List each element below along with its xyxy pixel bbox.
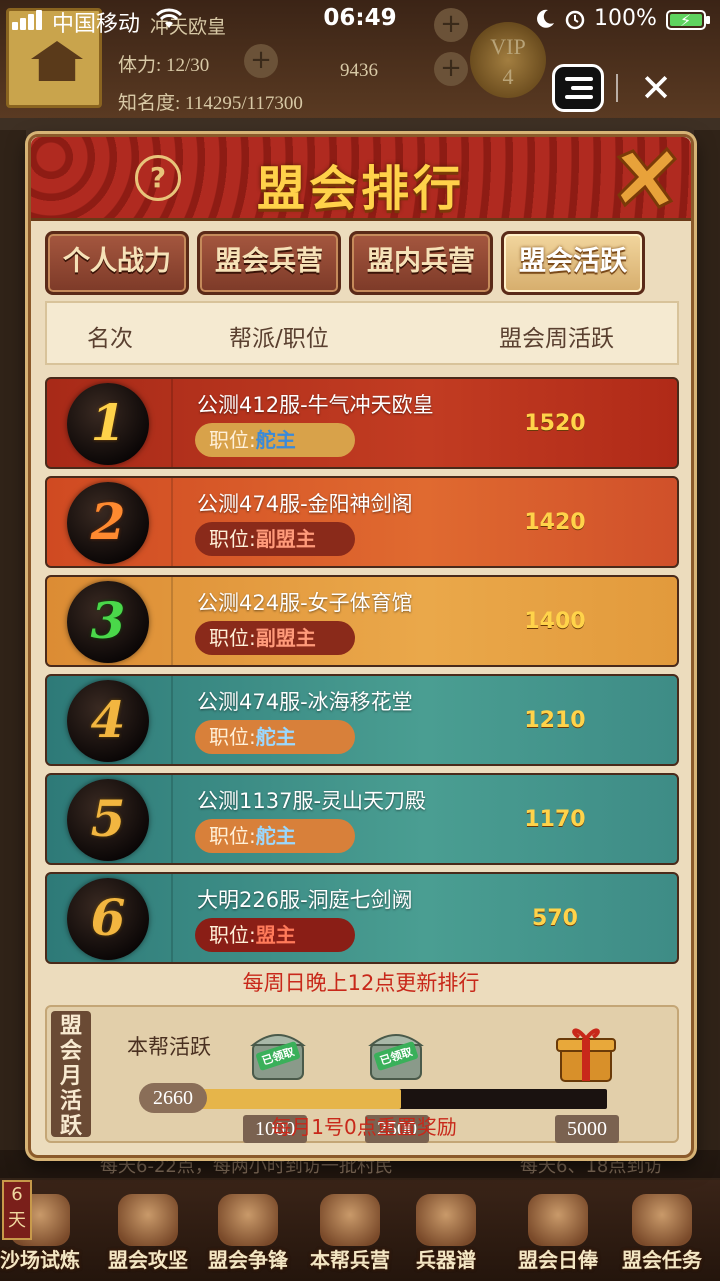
guild-name: 公测474服-冰海移花堂 xyxy=(197,690,413,714)
status-bar: 中国移动 06:49 100% ⚡ xyxy=(0,0,720,40)
activity-score: 1520 xyxy=(524,411,586,436)
table-header: 名次 帮派/职位 盟会周活跃 xyxy=(45,301,679,365)
add-gold-button[interactable]: + xyxy=(434,52,468,86)
claimed-chest-icon[interactable]: 已领取 xyxy=(361,1023,431,1085)
close-dialog-button[interactable] xyxy=(611,143,681,213)
stamina-text: 体力: 12/30 xyxy=(118,55,210,76)
activity-progress-bar xyxy=(167,1089,607,1109)
nav-label: 本帮兵营 xyxy=(310,1248,390,1272)
position-pill: 职位:盟主 xyxy=(195,918,355,952)
siege-icon xyxy=(118,1194,178,1246)
activity-score: 1400 xyxy=(524,609,586,634)
nav-item-tasks[interactable]: 盟会任务 xyxy=(610,1180,714,1281)
activity-score: 1210 xyxy=(524,708,586,733)
alarm-icon xyxy=(565,10,585,30)
rank-medal: 3 xyxy=(67,581,149,663)
tasks-icon xyxy=(632,1194,692,1246)
bottom-nav: 沙场试炼 盟会攻坚 盟会争锋 本帮兵营 兵器谱 盟会日俸 盟会任务 xyxy=(0,1180,720,1281)
battery-percent: 100% xyxy=(594,6,657,31)
tab-internal-barracks[interactable]: 盟内兵营 xyxy=(349,231,493,295)
tab-personal-power[interactable]: 个人战力 xyxy=(45,231,189,295)
day-badge[interactable]: 6天 xyxy=(2,1180,32,1240)
contest-icon xyxy=(218,1194,278,1246)
column-guild: 帮派/职位 xyxy=(229,326,329,352)
weapon-scroll-icon xyxy=(416,1194,476,1246)
moon-icon xyxy=(537,9,554,28)
monthly-activity-panel: 盟会月活跃 本帮活跃 2660 已领取 1000 已领取 2500 5000 每… xyxy=(45,1005,679,1143)
add-stamina-button[interactable]: + xyxy=(244,44,278,78)
guild-name: 公测474服-金阳神剑阁 xyxy=(197,492,413,516)
rank-medal: 4 xyxy=(67,680,149,762)
position-pill: 职位:舵主 xyxy=(195,720,355,754)
gift-chest-icon[interactable] xyxy=(551,1023,621,1085)
table-row[interactable]: 4 公测474服-冰海移花堂 职位:舵主 1210 xyxy=(45,674,679,766)
activity-score: 570 xyxy=(532,906,578,931)
activity-score: 1420 xyxy=(524,510,586,535)
battery-nub xyxy=(706,16,710,24)
rank-medal: 5 xyxy=(67,779,149,861)
nav-label: 盟会任务 xyxy=(622,1248,702,1272)
guild-name: 大明226服-洞庭七剑阙 xyxy=(197,888,413,912)
reward-reset-note: 每月1号0点重置奖励 xyxy=(271,1115,457,1139)
own-activity-label: 本帮活跃 xyxy=(127,1035,211,1059)
nav-item-salary[interactable]: 盟会日俸 xyxy=(506,1180,610,1281)
nav-item-siege[interactable]: 盟会攻坚 xyxy=(96,1180,200,1281)
claimed-chest-icon[interactable]: 已领取 xyxy=(243,1023,313,1085)
nav-label: 兵器谱 xyxy=(416,1248,476,1272)
rank-medal: 1 xyxy=(67,383,149,465)
guild-name: 公测424服-女子体育馆 xyxy=(197,591,413,615)
nav-item-barracks[interactable]: 本帮兵营 xyxy=(298,1180,402,1281)
house-icon xyxy=(31,41,83,81)
dialog-header: ? 盟会排行 xyxy=(31,137,691,221)
nav-label: 盟会日俸 xyxy=(518,1248,598,1272)
nav-item-contest[interactable]: 盟会争锋 xyxy=(196,1180,300,1281)
guild-ranking-dialog: ? 盟会排行 个人战力 盟会兵营 盟内兵营 盟会活跃 名次 帮派/职位 盟会周活… xyxy=(28,134,694,1158)
mini-program-menu-button[interactable] xyxy=(552,64,604,112)
gold-count: 9436 xyxy=(340,60,378,81)
rank-medal: 2 xyxy=(67,482,149,564)
nav-label: 盟会争锋 xyxy=(208,1248,288,1272)
nav-label: 盟会攻坚 xyxy=(108,1248,188,1272)
salary-icon xyxy=(528,1194,588,1246)
position-pill: 职位:舵主 xyxy=(195,423,355,457)
capsule-divider xyxy=(616,74,618,102)
helmet-icon xyxy=(320,1194,380,1246)
table-row[interactable]: 5 公测1137服-灵山天刀殿 职位:舵主 1170 xyxy=(45,773,679,865)
table-row[interactable]: 6 大明226服-洞庭七剑阙 职位:盟主 570 xyxy=(45,872,679,964)
nav-label: 沙场试炼 xyxy=(0,1248,80,1272)
guild-name: 公测412服-牛气冲天欧皇 xyxy=(197,393,434,417)
battery-icon: ⚡ xyxy=(666,10,706,30)
rank-medal: 6 xyxy=(67,878,149,960)
ranking-update-note: 每周日晚上12点更新排行 xyxy=(242,971,480,995)
column-rank: 名次 xyxy=(87,326,133,352)
table-row[interactable]: 3 公测424服-女子体育馆 职位:副盟主 1400 xyxy=(45,575,679,667)
table-row[interactable]: 1 公测412服-牛气冲天欧皇 职位:舵主 1520 xyxy=(45,377,679,469)
guild-name: 公测1137服-灵山天刀殿 xyxy=(197,789,427,813)
dialog-title: 盟会排行 xyxy=(256,161,465,217)
fame-text: 知名度: 114295/117300 xyxy=(118,93,303,114)
table-row[interactable]: 2 公测474服-金阳神剑阁 职位:副盟主 1420 xyxy=(45,476,679,568)
activity-score: 1170 xyxy=(524,807,586,832)
position-pill: 职位:舵主 xyxy=(195,819,355,853)
position-pill: 职位:副盟主 xyxy=(195,621,355,655)
tab-guild-activity[interactable]: 盟会活跃 xyxy=(501,231,645,295)
tab-guild-barracks[interactable]: 盟会兵营 xyxy=(197,231,341,295)
position-pill: 职位:副盟主 xyxy=(195,522,355,556)
nav-item-weapons[interactable]: 兵器谱 xyxy=(394,1180,498,1281)
mini-program-close-button[interactable]: ✕ xyxy=(636,66,676,110)
own-activity-value: 2660 xyxy=(139,1083,207,1113)
column-activity: 盟会周活跃 xyxy=(499,326,614,352)
